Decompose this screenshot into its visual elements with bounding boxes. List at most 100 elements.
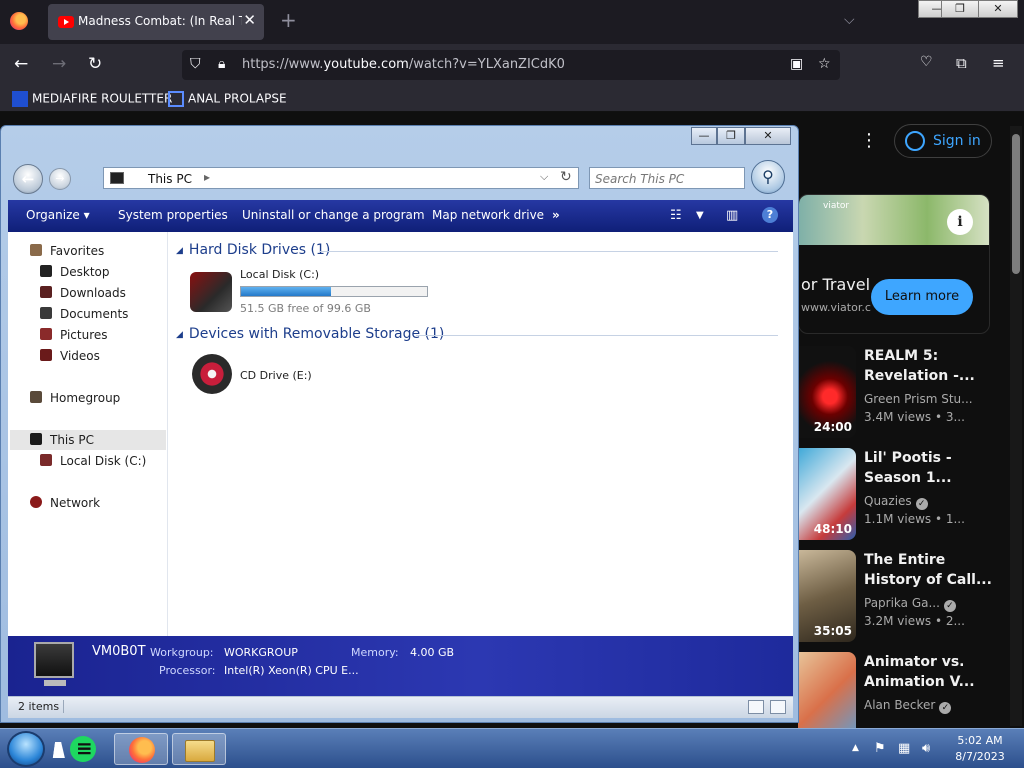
video-thumbnail[interactable]: 35:05 [798, 550, 856, 642]
reader-view-icon[interactable]: ▣ [790, 56, 803, 72]
action-center-flag-icon[interactable]: ⚑ [874, 741, 886, 756]
scrollbar-thumb[interactable] [1012, 134, 1020, 274]
nav-item-homegroup[interactable]: Homegroup [30, 391, 120, 405]
video-title[interactable]: Animator vs. Animation V... [864, 652, 1004, 692]
drive-c-usage-bar [240, 286, 428, 297]
volume-icon[interactable]: 🔊︎ [922, 741, 930, 756]
taskbar-firefox[interactable] [114, 733, 168, 765]
explorer-forward-button[interactable]: → [49, 168, 71, 190]
video-item[interactable]: 48:10 Lil' Pootis - Season 1... Quazies ✓… [798, 448, 1008, 544]
organize-button[interactable]: Organize ▾ [26, 208, 90, 222]
url-text[interactable]: https://www.youtube.com/watch?v=YLXanZIC… [242, 57, 565, 72]
explorer-close-button[interactable]: ✕ [745, 127, 791, 145]
explorer-maximize-button[interactable]: ❐ [717, 127, 745, 145]
shield-icon[interactable]: ⛉ [190, 56, 201, 72]
video-channel[interactable]: Green Prism Stu... [864, 392, 973, 406]
close-window-button[interactable]: ✕ [978, 0, 1018, 18]
verified-icon: ✓ [915, 498, 928, 510]
details-view-icon[interactable] [748, 700, 764, 714]
new-tab-button[interactable]: + [280, 8, 297, 32]
chevron-down-icon[interactable]: ⌵ [540, 170, 548, 184]
nav-item-videos[interactable]: Videos [40, 349, 100, 363]
network-icon[interactable]: ▦ [898, 741, 910, 756]
pocket-icon[interactable]: ♡ [920, 54, 933, 70]
nav-item-this-pc[interactable]: This PC [30, 433, 94, 447]
cd-drive-name[interactable]: CD Drive (E:) [240, 369, 312, 382]
extensions-icon[interactable]: ⧉ [956, 54, 967, 72]
sign-in-button[interactable]: Sign in [894, 124, 992, 158]
collapse-triangle-icon[interactable]: ◢ [176, 246, 183, 256]
reload-icon[interactable]: ↻ [88, 54, 102, 74]
nav-item-downloads[interactable]: Downloads [40, 286, 126, 300]
video-channel[interactable]: Quazies ✓ [864, 494, 928, 510]
preview-pane-icon[interactable]: ▥ [726, 208, 738, 223]
chevron-down-icon[interactable]: ⌵ [844, 12, 855, 28]
more-options-icon[interactable]: ⋮ [860, 130, 878, 151]
explorer-minimize-button[interactable]: — [691, 127, 717, 145]
explorer-search-input[interactable]: Search This PC [589, 167, 745, 189]
nav-item-favorites[interactable]: Favorites [30, 244, 104, 258]
bookmark-mediafire[interactable]: MEDIAFIRE ROULETTER [12, 91, 172, 107]
system-properties-button[interactable]: System properties [118, 208, 228, 222]
start-button[interactable] [7, 731, 45, 767]
close-tab-icon[interactable]: ✕ [243, 11, 256, 29]
browser-tab[interactable]: Madness Combat: (In Real Time... ✕ [48, 4, 264, 40]
url-bar[interactable]: ⛉ 🔒︎ https://www.youtube.com/watch?v=YLX… [182, 50, 840, 80]
nav-item-pictures[interactable]: Pictures [40, 328, 108, 342]
ad-card[interactable]: viator i or Travel www.viator.c Learn mo… [798, 194, 990, 334]
menu-icon[interactable]: ≡ [992, 54, 1005, 72]
nav-item-network[interactable]: Network [30, 496, 100, 510]
nav-item-desktop[interactable]: Desktop [40, 265, 110, 279]
video-thumbnail[interactable]: 48:10 [798, 448, 856, 540]
chevron-right-icon[interactable]: ▸ [204, 170, 210, 184]
nav-item-documents[interactable]: Documents [40, 307, 128, 321]
search-icon[interactable]: ⚲ [751, 160, 785, 194]
bookmark-second[interactable]: ANAL PROLAPSE [168, 91, 287, 107]
forward-arrow-icon[interactable]: → [52, 54, 66, 74]
refresh-icon[interactable]: ↻ [560, 169, 572, 185]
address-path[interactable]: This PC [148, 172, 192, 186]
video-channel[interactable]: Paprika Ga... ✓ [864, 596, 956, 612]
collapse-triangle-icon[interactable]: ◢ [176, 330, 183, 340]
show-hidden-icons[interactable]: ▲ [852, 743, 859, 753]
drive-c-name[interactable]: Local Disk (C:) [240, 268, 319, 281]
video-title[interactable]: The Entire History of Call... [864, 550, 1004, 590]
explorer-address-bar[interactable]: This PC ▸ ⌵ ↻ [103, 167, 579, 189]
video-title[interactable]: Lil' Pootis - Season 1... [864, 448, 1004, 488]
large-icons-view-icon[interactable] [770, 700, 786, 714]
more-commands-icon[interactable]: » [552, 208, 560, 222]
map-network-drive-button[interactable]: Map network drive [432, 208, 544, 222]
help-icon[interactable]: ? [762, 207, 778, 223]
group-header-hard-disks[interactable]: ◢ Hard Disk Drives (1) [176, 242, 330, 258]
bookmark-star-icon[interactable]: ☆ [818, 56, 831, 72]
computer-stand [44, 680, 66, 686]
browser-tab-bar: Madness Combat: (In Real Time... ✕ + ⌵ —… [0, 0, 1024, 44]
chevron-down-icon[interactable]: ▼ [696, 210, 704, 221]
hard-drive-icon[interactable] [190, 272, 232, 312]
explorer-window: — ❐ ✕ ← → This PC ▸ ⌵ ↻ Search This PC ⚲… [0, 125, 799, 723]
video-channel[interactable]: Alan Becker ✓ [864, 698, 952, 714]
group-header-removable[interactable]: ◢ Devices with Removable Storage (1) [176, 326, 444, 342]
nav-item-local-disk[interactable]: Local Disk (C:) [40, 454, 146, 468]
maximize-button[interactable]: ❐ [941, 0, 979, 18]
video-item[interactable]: 35:05 The Entire History of Call... Papr… [798, 550, 1008, 646]
ad-logo: viator [823, 201, 850, 211]
computer-name: VM0B0T [92, 644, 146, 659]
learn-more-button[interactable]: Learn more [871, 279, 973, 315]
uninstall-program-button[interactable]: Uninstall or change a program [242, 208, 425, 222]
firefox-icon[interactable] [10, 12, 28, 30]
documents-icon [40, 307, 52, 319]
page-scrollbar[interactable] [1010, 126, 1022, 726]
back-arrow-icon[interactable]: ← [14, 54, 28, 74]
video-item[interactable]: 24:00 REALM 5: Revelation -... Green Pri… [798, 346, 1008, 442]
info-icon[interactable]: i [947, 209, 973, 235]
video-title[interactable]: REALM 5: Revelation -... [864, 346, 1004, 386]
video-thumbnail[interactable]: 24:00 [798, 346, 856, 438]
cd-drive-icon[interactable] [192, 354, 232, 394]
taskbar-explorer[interactable] [172, 733, 226, 765]
tab-title: Madness Combat: (In Real Time... [78, 14, 242, 28]
system-clock[interactable]: 5:02 AM 8/7/2023 [950, 733, 1010, 765]
explorer-back-button[interactable]: ← [13, 164, 43, 194]
lock-icon[interactable]: 🔒︎ [218, 56, 225, 72]
change-view-icon[interactable]: ☷ [670, 208, 682, 223]
